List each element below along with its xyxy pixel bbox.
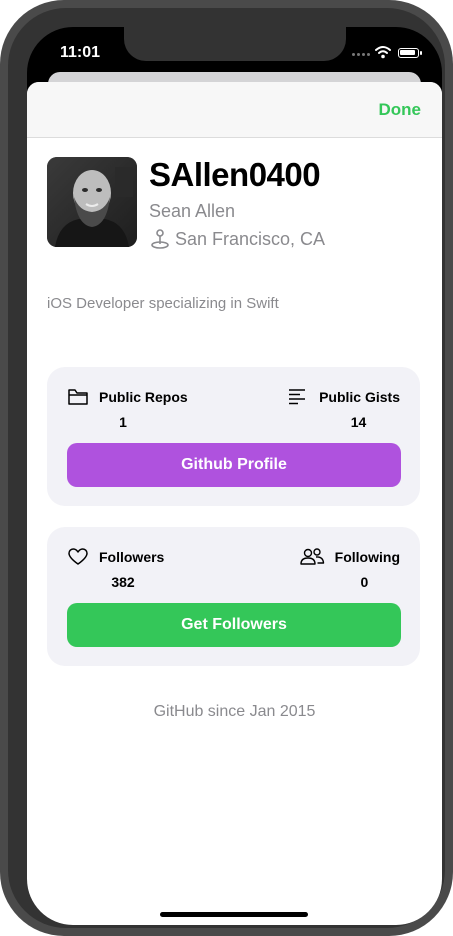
home-indicator <box>160 912 308 917</box>
location: San Francisco, CA <box>149 228 325 250</box>
phone-screen: 11:01 Done SAllen0400 Sean Allen San Fra… <box>27 27 442 925</box>
username: SAllen0400 <box>149 156 321 193</box>
bio: iOS Developer specializing in Swift <box>47 295 279 312</box>
following-stat: Following 0 <box>299 547 400 590</box>
avatar <box>47 157 137 247</box>
repo-info-card: Public Repos 1 Public Gists 14 Github Pr… <box>47 367 420 506</box>
heart-icon <box>68 548 88 565</box>
signal-icon <box>352 53 372 57</box>
full-name: Sean Allen <box>149 201 236 221</box>
notch <box>124 27 346 61</box>
public-gists-stat: Public Gists 14 <box>287 387 400 430</box>
following-label: Following <box>334 549 400 565</box>
public-repos-label: Public Repos <box>99 389 188 405</box>
text-align-left-icon <box>289 389 306 405</box>
following-count: 0 <box>360 574 369 590</box>
done-button[interactable]: Done <box>379 100 422 120</box>
github-since-label: GitHub since Jan 2015 <box>153 703 316 720</box>
mappin-icon <box>151 229 169 249</box>
followers-count: 382 <box>111 574 135 590</box>
public-gists-label: Public Gists <box>319 389 400 405</box>
navigation-bar: Done <box>27 82 442 138</box>
folder-icon <box>68 389 88 405</box>
wifi-icon <box>375 46 391 59</box>
avatar-image <box>47 157 137 247</box>
get-followers-button[interactable]: Get Followers <box>67 603 401 647</box>
phone-frame: 11:01 Done SAllen0400 Sean Allen San Fra… <box>0 0 453 936</box>
user-info-sheet: Done SAllen0400 Sean Allen San Francisco… <box>27 82 442 925</box>
github-profile-button[interactable]: Github Profile <box>67 443 401 487</box>
followers-label: Followers <box>99 549 165 565</box>
phone-bezel: 11:01 Done SAllen0400 Sean Allen San Fra… <box>8 8 445 928</box>
public-repos-stat: Public Repos 1 <box>67 387 188 430</box>
public-repos-count: 1 <box>119 414 127 430</box>
public-gists-count: 14 <box>350 414 367 430</box>
location-label: San Francisco, CA <box>175 228 326 249</box>
followers-stat: Followers 382 <box>67 547 164 590</box>
battery-icon <box>398 48 422 58</box>
status-time: 11:01 <box>60 44 101 61</box>
follower-info-card: Followers 382 Following 0 Get Followers <box>47 527 420 666</box>
person-2-icon <box>299 548 324 565</box>
